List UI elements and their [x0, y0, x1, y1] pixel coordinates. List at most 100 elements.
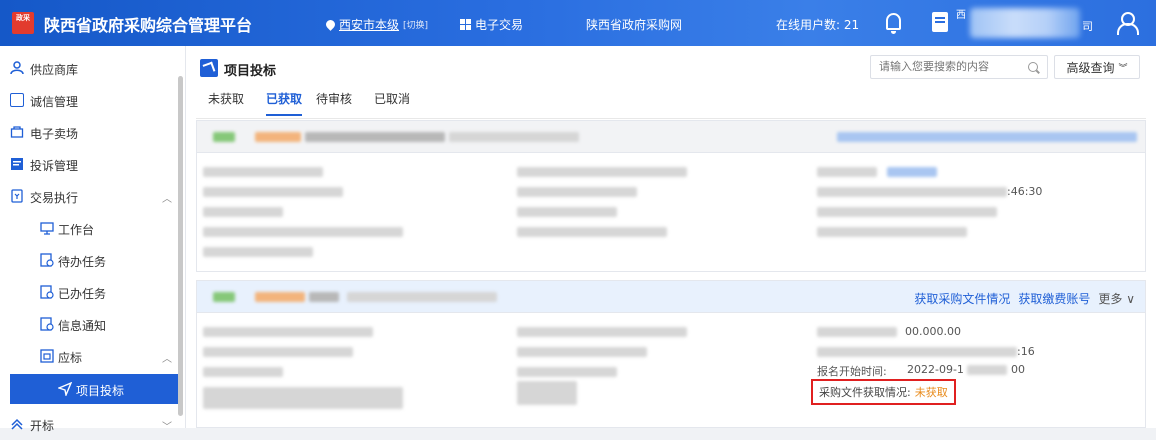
chevron-up-icon: ︿ [162, 354, 172, 365]
region-switch-link[interactable]: [切换] [403, 18, 428, 31]
sidebar-item-label: 开标 [30, 419, 55, 433]
blurred-field [517, 367, 617, 377]
document-status-link[interactable]: 获取采购文件情况 [914, 290, 1010, 307]
sidebar-item-complaint[interactable]: 投诉管理 [0, 148, 186, 180]
page-title-text: 项目投标 [224, 64, 277, 79]
sidebar-item-credit[interactable]: 诚信管理 [0, 84, 186, 116]
top-header: 政采 陕西省政府采购综合管理平台 西安市本级 [切换] 电子交易 陕西省政府采购… [0, 0, 1156, 46]
blurred-field [817, 347, 1017, 357]
sidebar-item-label: 待办任务 [58, 255, 107, 269]
card-icon [10, 93, 24, 107]
sidebar-item-notice[interactable]: 信息通知 [0, 308, 186, 340]
sidebar-item-label: 信息通知 [58, 319, 107, 333]
search-icon[interactable] [1028, 62, 1038, 72]
main-content: 项目投标 高级查询 ︾ 未获取 已获取 待审核 已取消 :46:30 [186, 46, 1156, 428]
blurred-field [203, 247, 313, 257]
send-icon [200, 59, 218, 77]
chevron-down-icon: ∨ [1126, 292, 1135, 306]
blurred-field [203, 327, 373, 337]
register-start-label: 报名开始时间: [817, 365, 887, 378]
chevron-up-icon: ︿ [162, 194, 172, 205]
sidebar-item-label: 诚信管理 [30, 95, 79, 109]
sidebar-item-label: 应标 [58, 351, 83, 365]
project-card[interactable]: 获取采购文件情况 获取缴费账号 更多 ∨ 00.000.00 :16 报名开始时… [196, 280, 1146, 428]
site-link[interactable]: 陕西省政府采购网 [586, 16, 682, 33]
sidebar-scrollbar[interactable] [178, 76, 183, 416]
user-icon [10, 61, 24, 75]
blurred-field [517, 167, 687, 177]
chevron-down-icon: ﹀ [162, 422, 172, 433]
page-title: 项目投标 [200, 59, 277, 79]
time-fragment: :16 [1017, 345, 1035, 358]
document-icon[interactable] [932, 12, 948, 32]
blurred-field [203, 167, 323, 177]
sidebar: 供应商库 诚信管理 电子卖场 投诉管理 交易执行 ︿ 工作台 待办任务 已办任务… [0, 46, 186, 433]
blurred-field [203, 367, 283, 377]
register-start-value: 2022-09-1 [907, 363, 964, 376]
trade-menu[interactable]: 电子交易 [460, 16, 523, 33]
sidebar-item-open[interactable]: 开标 ﹀ [0, 408, 186, 440]
document-status-label: 采购文件获取情况: [819, 386, 911, 399]
logo: 政采 [12, 12, 34, 34]
sidebar-item-transaction[interactable]: 交易执行 ︿ [0, 180, 186, 212]
amount-fragment: 00.000.00 [905, 325, 961, 338]
sidebar-item-done[interactable]: 已办任务 [0, 276, 186, 308]
blurred-tag [255, 132, 301, 142]
sidebar-item-mall[interactable]: 电子卖场 [0, 116, 186, 148]
org-suffix: 司 [1082, 20, 1093, 33]
user-icon[interactable] [1117, 12, 1139, 35]
blurred-field [203, 207, 283, 217]
org-prefix: 西 [956, 10, 966, 21]
blurred-project-name [347, 292, 497, 302]
project-card[interactable]: :46:30 [196, 120, 1146, 272]
app-title: 陕西省政府采购综合管理平台 [44, 16, 253, 35]
sidebar-item-label: 已办任务 [58, 287, 107, 301]
sidebar-item-workbench[interactable]: 工作台 [0, 212, 186, 244]
tab-obtained[interactable]: 已获取 [266, 90, 303, 116]
more-menu[interactable]: 更多 ∨ [1098, 290, 1135, 307]
advanced-search-label: 高级查询 [1066, 60, 1115, 75]
tab-pending-review[interactable]: 待审核 [316, 90, 352, 114]
time-fragment: 00 [1011, 363, 1025, 376]
trade-label: 电子交易 [475, 18, 524, 32]
sidebar-item-label: 电子卖场 [30, 127, 79, 141]
blurred-field [817, 207, 997, 217]
blurred-field [817, 227, 967, 237]
online-users: 在线用户数: 21 [776, 18, 860, 32]
blurred-field [517, 187, 637, 197]
send-icon [57, 381, 73, 398]
sidebar-item-project-bid[interactable]: 项目投标 [10, 374, 178, 404]
sidebar-item-todo[interactable]: 待办任务 [0, 244, 186, 276]
card-actions: 获取采购文件情况 获取缴费账号 更多 ∨ [914, 290, 1135, 307]
sidebar-item-label: 交易执行 [30, 191, 79, 205]
tab-not-obtained[interactable]: 未获取 [208, 90, 244, 114]
blurred-field [203, 387, 403, 409]
sidebar-item-bid[interactable]: 应标 ︿ [0, 340, 186, 372]
sidebar-item-label: 供应商库 [30, 63, 79, 77]
complaint-icon [10, 157, 24, 171]
task-icon [40, 317, 54, 331]
payment-account-link[interactable]: 获取缴费账号 [1018, 290, 1090, 307]
tab-cancelled[interactable]: 已取消 [374, 90, 410, 114]
blurred-field [203, 347, 353, 357]
blurred-project-name [305, 132, 445, 142]
region-name: 西安市本级 [339, 18, 400, 32]
blurred-tag [213, 132, 235, 142]
bell-icon[interactable] [886, 13, 901, 34]
bid-icon [40, 349, 54, 363]
advanced-search-button[interactable]: 高级查询 ︾ [1054, 55, 1140, 79]
sidebar-item-supplier[interactable]: 供应商库 [0, 52, 186, 84]
store-icon [10, 125, 24, 139]
search-input[interactable] [870, 55, 1048, 79]
blurred-tag [213, 292, 235, 302]
sidebar-item-label: 工作台 [58, 223, 95, 237]
tab-divider [196, 118, 1146, 119]
location-pin-icon [324, 18, 337, 31]
document-status-value: 未获取 [914, 386, 948, 399]
blurred-field [517, 327, 687, 337]
blurred-field [887, 167, 937, 177]
blurred-field [203, 227, 403, 237]
blurred-field [203, 187, 343, 197]
region-selector[interactable]: 西安市本级 [切换] [324, 16, 428, 33]
blurred-actions [837, 132, 1137, 142]
